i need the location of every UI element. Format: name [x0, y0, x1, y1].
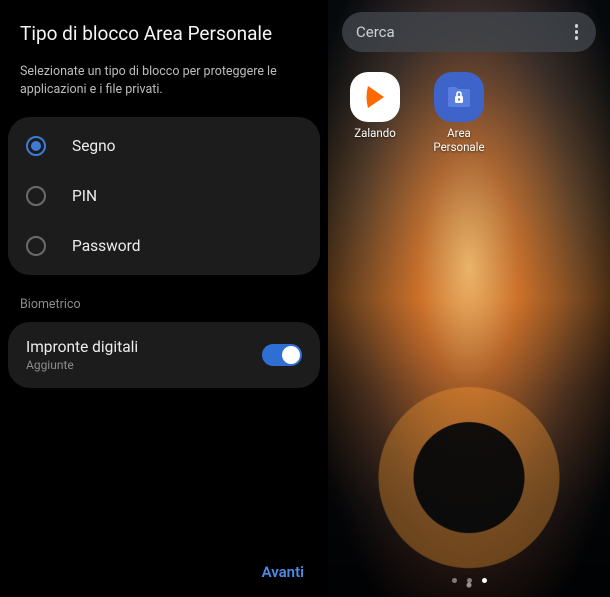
app-label: Area Personale [433, 127, 484, 155]
fingerprint-toggle-card[interactable]: Impronte digitali Aggiunte [8, 322, 320, 388]
search-placeholder: Cerca [356, 23, 395, 41]
option-label: PIN [72, 187, 97, 205]
option-password[interactable]: Password [8, 221, 320, 271]
page-subtitle: Selezionate un tipo di blocco per proteg… [0, 55, 328, 117]
search-bar[interactable]: Cerca [342, 12, 596, 52]
fingerprint-switch[interactable] [262, 344, 302, 366]
secure-folder-icon [434, 72, 484, 122]
page-title: Tipo di blocco Area Personale [0, 0, 328, 55]
kebab-menu-icon[interactable] [571, 20, 583, 44]
lock-type-settings-panel: Tipo di blocco Area Personale Selezionat… [0, 0, 328, 597]
radio-selected-icon [26, 136, 46, 156]
page-dot [452, 578, 457, 583]
radio-unselected-icon [26, 236, 46, 256]
fingerprint-subtitle: Aggiunte [26, 358, 138, 372]
radio-unselected-icon [26, 186, 46, 206]
lock-type-options: Segno PIN Password [8, 117, 320, 275]
home-screen-panel: Cerca Zalando Area Personale [328, 0, 610, 597]
page-indicator[interactable] [328, 578, 610, 583]
next-button[interactable]: Avanti [262, 563, 304, 581]
biometric-section-label: Biometrico [0, 275, 328, 322]
page-dot-active [482, 578, 487, 583]
option-label: Segno [72, 137, 116, 155]
app-label: Zalando [354, 127, 396, 141]
fingerprint-title: Impronte digitali [26, 338, 138, 356]
apps-row: Zalando Area Personale [342, 72, 492, 155]
fingerprint-text: Impronte digitali Aggiunte [26, 338, 138, 372]
option-label: Password [72, 237, 140, 255]
app-secure-folder[interactable]: Area Personale [426, 72, 492, 155]
page-dot [467, 578, 472, 583]
app-zalando[interactable]: Zalando [342, 72, 408, 155]
option-pin[interactable]: PIN [8, 171, 320, 221]
zalando-icon [350, 72, 400, 122]
option-pattern[interactable]: Segno [8, 121, 320, 171]
